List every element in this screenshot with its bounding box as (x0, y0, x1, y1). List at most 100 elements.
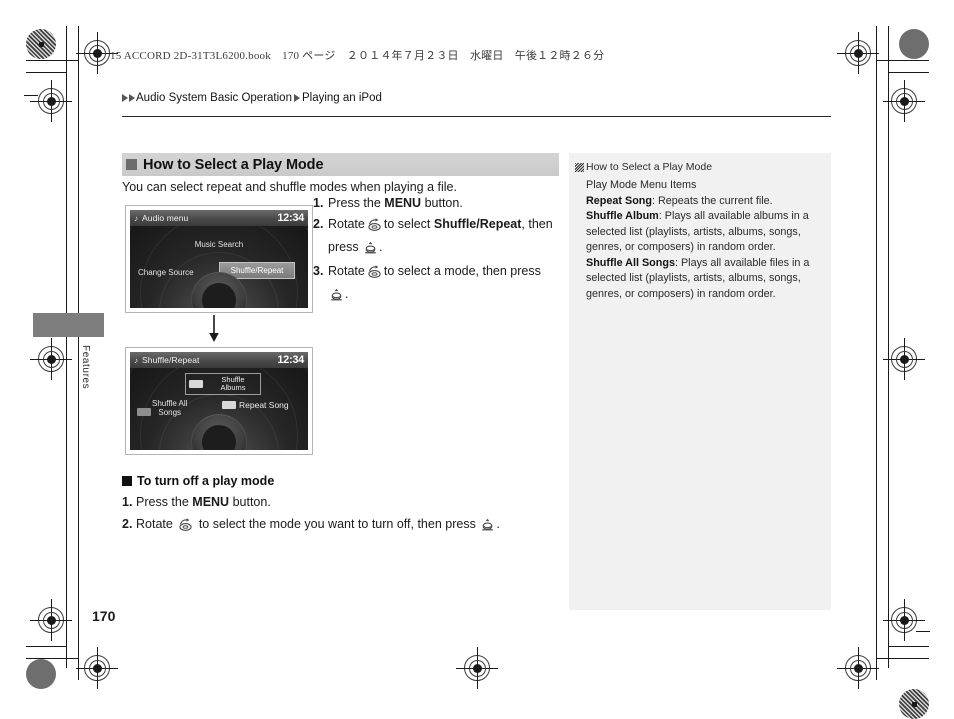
step-number-2: 2. (313, 217, 324, 231)
registration-target-right-middle (883, 338, 925, 380)
registration-target-bottom-right (837, 647, 879, 689)
step-number-1: 1. (313, 196, 324, 210)
registration-dot-bottom-right (899, 689, 929, 719)
registration-target-left-lower (30, 599, 72, 641)
flow-arrow-down-icon (207, 315, 221, 343)
book-file-line: 15 ACCORD 2D-31T3L6200.book 170 ページ ２０１４… (110, 50, 605, 62)
section-heading-text: How to Select a Play Mode (143, 156, 324, 173)
rotate-knob-icon-3 (178, 517, 193, 538)
menu-item-shuffle-albums[interactable]: Shuffle Albums (185, 373, 261, 395)
subsection-step-text-2: Rotate to select the mode you want to tu… (136, 514, 562, 538)
header-rule (122, 116, 831, 117)
crop-line-right-outer (888, 26, 889, 72)
info-sidebar-heading-text: How to Select a Play Mode (586, 161, 713, 173)
info-marker-icon (575, 163, 584, 172)
step-item-2: 2. Rotate to select Shuffle/Repeat, then … (313, 214, 559, 260)
menu-item-shuffle-all-songs[interactable]: Shuffle All Songs (152, 399, 187, 417)
info-term-shuffle-album: Shuffle Album (586, 210, 659, 222)
crop-line-left-outer (66, 26, 67, 72)
press-knob-icon (364, 240, 377, 260)
registration-target-top-right (837, 32, 879, 74)
crop-tick-right-margin (916, 631, 930, 632)
breadcrumb-triangle-icon-2 (129, 94, 135, 102)
subsection-step-list: 1. Press the MENU button. 2. Rotate to s… (122, 492, 562, 539)
breadcrumb-triangle-icon (122, 94, 128, 102)
subsection-heading-text: To turn off a play mode (137, 474, 275, 488)
info-subheading: Play Mode Menu Items (586, 179, 697, 191)
screen-title-1: Audio menu (142, 213, 189, 223)
shuffle-repeat-keyword: Shuffle/Repeat (433, 217, 522, 231)
breadcrumb: Audio System Basic Operation Playing an … (122, 92, 382, 104)
breadcrumb-child: Playing an iPod (301, 92, 382, 104)
info-sidebar: How to Select a Play Mode Play Mode Menu… (569, 153, 831, 610)
info-sidebar-heading: How to Select a Play Mode (575, 161, 822, 173)
step-text-2: Rotate to select Shuffle/Repeat, then pre… (328, 214, 559, 260)
crop-line-right-inner (876, 26, 877, 60)
crop-line-bottom-left-inner (26, 658, 79, 659)
page-number: 170 (92, 608, 116, 624)
screenshot-audio-menu: ♪ Audio menu 12:34 Music Search Change S… (125, 205, 313, 313)
menu-keyword-2: MENU (192, 495, 230, 509)
subsection-step-item-2: 2. Rotate to select the mode you want to… (122, 514, 562, 538)
section-heading: How to Select a Play Mode (122, 153, 559, 176)
step-text-3: Rotate to select a mode, then press . (328, 261, 559, 307)
rotate-knob-icon-2 (367, 264, 382, 284)
breadcrumb-parent: Audio System Basic Operation (136, 92, 292, 104)
shuffle-albums-glyph-icon (189, 380, 203, 388)
screen-clock-2: 12:34 (277, 354, 304, 366)
crop-line-left-long (66, 72, 67, 668)
registration-target-bottom-center (456, 647, 498, 689)
subsection-square-bullet-icon (122, 476, 132, 486)
registration-target-left-middle (30, 338, 72, 380)
crop-line-top-outer (26, 72, 67, 73)
subsection-heading: To turn off a play mode (122, 474, 274, 488)
info-sidebar-body: Play Mode Menu Items Repeat Song: Repeat… (575, 178, 822, 302)
screen-title-2: Shuffle/Repeat (142, 355, 200, 365)
registration-target-left-upper (30, 80, 72, 122)
subsection-step-number-2: 2. (122, 517, 133, 531)
subsection-step-item-1: 1. Press the MENU button. (122, 492, 562, 513)
menu-item-shuffle-albums-label: Shuffle Albums (220, 374, 246, 392)
info-term-repeat-song: Repeat Song (586, 194, 652, 207)
margin-tab-label: Features (80, 345, 91, 390)
menu-item-music-search[interactable]: Music Search (130, 240, 308, 249)
press-knob-icon-2 (330, 287, 343, 307)
menu-item-repeat-song[interactable]: Repeat Song (222, 400, 289, 410)
registration-dot-top-right (899, 29, 929, 59)
screen-body-1: Music Search Change Source Shuffle/Repea… (130, 226, 308, 308)
crop-line-bottom-right-inner (876, 658, 929, 659)
registration-target-right-lower (883, 599, 925, 641)
crop-line-right-long (888, 72, 889, 668)
step-item-3: 3. Rotate to select a mode, then press . (313, 261, 559, 307)
info-item-shuffle-album: Shuffle Album: Plays all available album… (586, 209, 822, 256)
screen-title-bar-2: ♪ Shuffle/Repeat 12:34 (130, 352, 308, 368)
registration-dot-bottom-left (26, 659, 56, 689)
crop-line-top-right-inner (876, 60, 929, 61)
screen-clock-1: 12:34 (277, 212, 304, 224)
music-note-icon-2: ♪ (134, 355, 138, 365)
shuffle-all-songs-glyph-icon (137, 408, 151, 416)
step-list: 1. Press the MENU button. 2. Rotate to se… (313, 193, 559, 308)
screenshot-shuffle-repeat: ♪ Shuffle/Repeat 12:34 Shuffle Albums Shu… (125, 347, 313, 455)
crop-line-top-inner (26, 60, 79, 61)
step-item-1: 1. Press the MENU button. (313, 193, 559, 213)
info-term-shuffle-all-songs: Shuffle All Songs (586, 256, 675, 269)
crop-line-left-inner (78, 26, 79, 60)
music-note-icon: ♪ (134, 213, 138, 223)
info-desc-repeat-song: : Repeats the current file. (652, 194, 773, 207)
screen-audio-menu: ♪ Audio menu 12:34 Music Search Change S… (130, 210, 308, 308)
registration-dot-top-left (26, 29, 56, 59)
menu-item-change-source[interactable]: Change Source (138, 268, 194, 277)
crop-tick-left-margin (24, 95, 38, 96)
registration-target-top-left (76, 32, 118, 74)
step-text-1: Press the MENU button. (328, 196, 463, 210)
subsection-step-text-1: Press the MENU button. (136, 495, 271, 509)
screen-title-bar-1: ♪ Audio menu 12:34 (130, 210, 308, 226)
subsection-step-number-1: 1. (122, 495, 133, 509)
crop-line-bottom-right-outer (888, 646, 929, 647)
crop-line-left-long-inner (78, 60, 79, 680)
rotate-knob-icon (367, 217, 382, 237)
breadcrumb-separator-icon (293, 94, 300, 102)
crop-line-right-long-inner (876, 60, 877, 680)
screen-body-2: Shuffle Albums Shuffle All Songs Repeat So… (130, 368, 308, 450)
